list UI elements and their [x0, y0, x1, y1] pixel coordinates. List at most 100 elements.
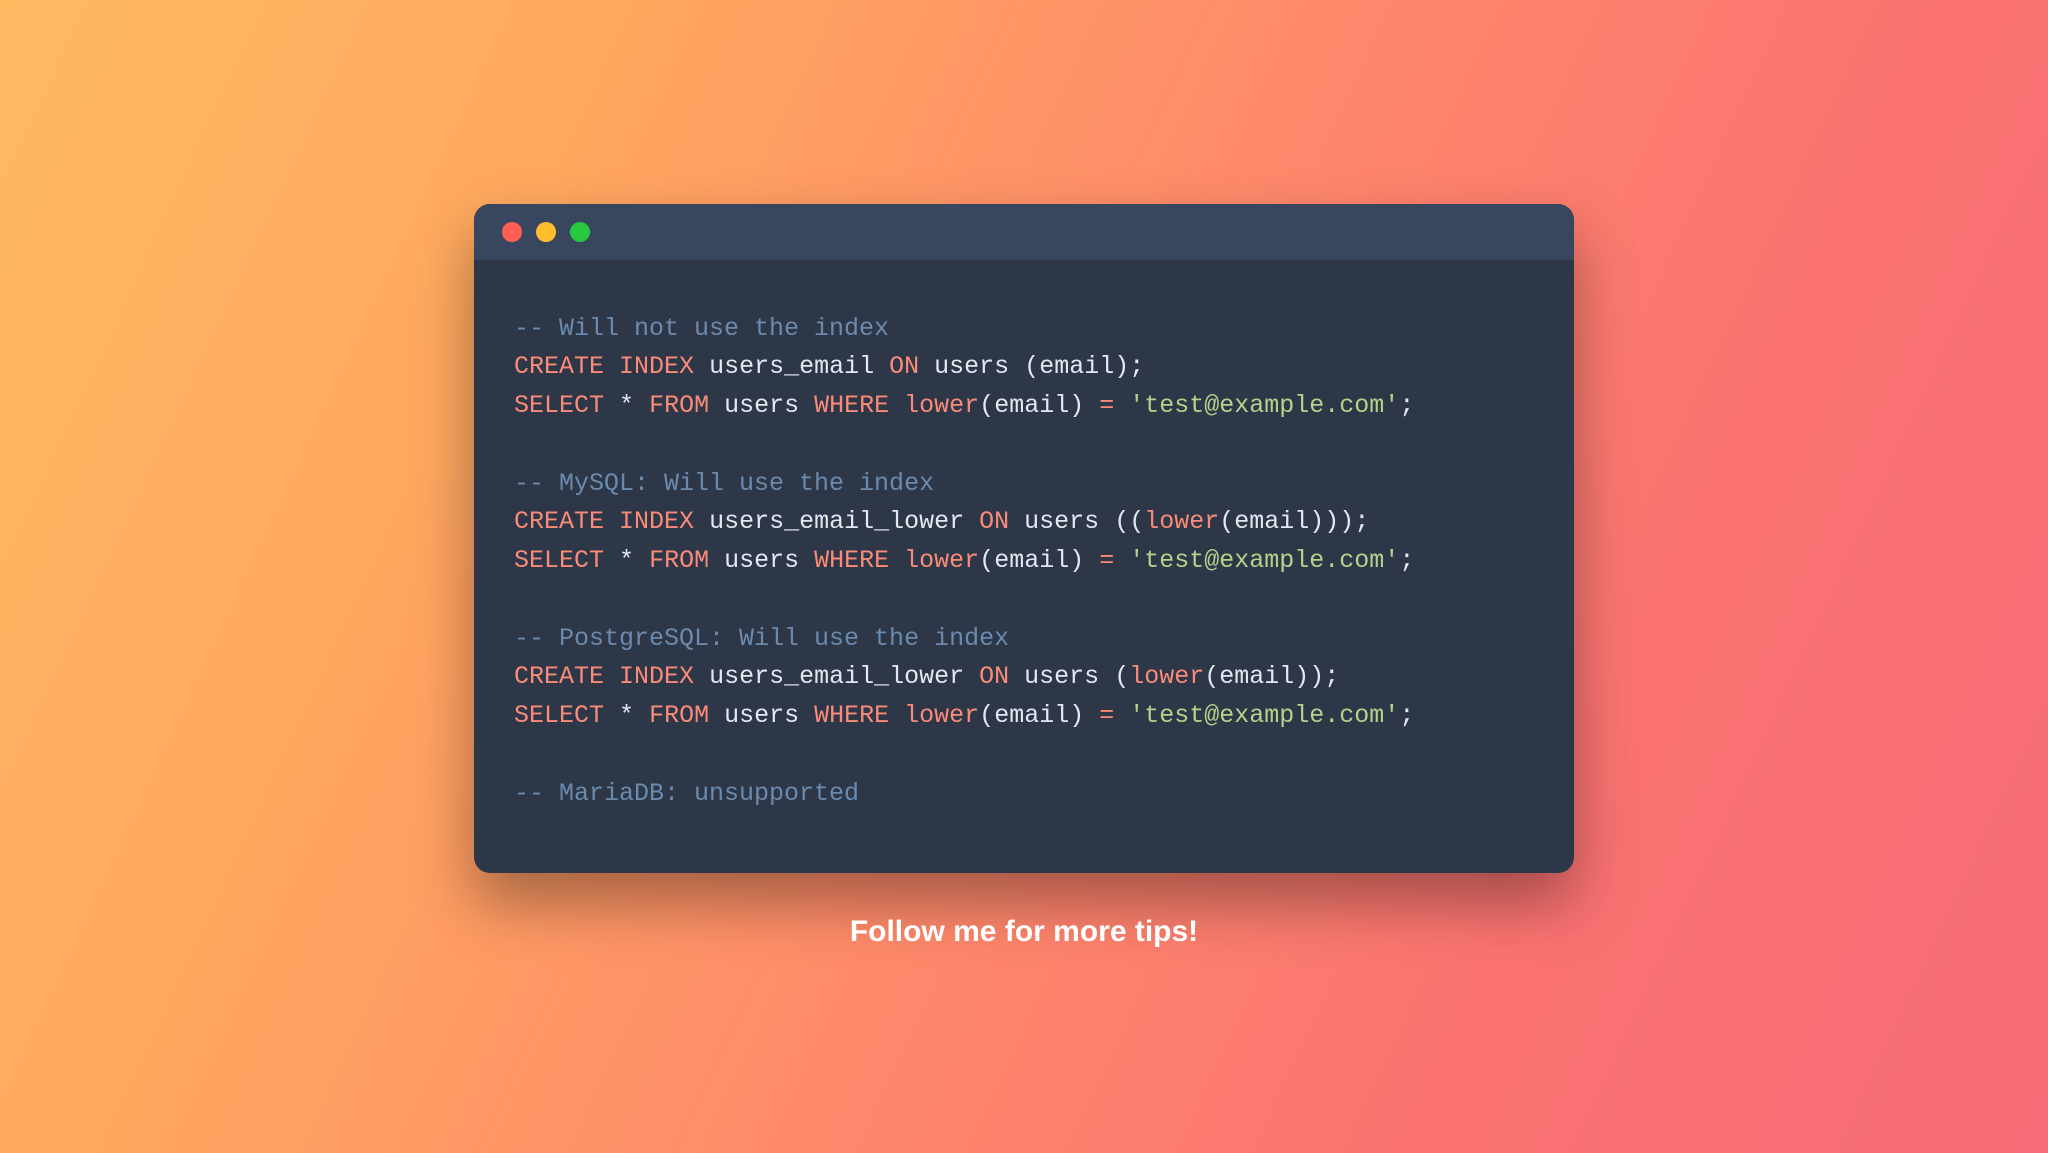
token-space: [889, 391, 904, 420]
token-comment: -- MariaDB: unsupported: [514, 779, 859, 808]
token-space: [604, 662, 619, 691]
token-op: =: [1099, 701, 1114, 730]
token-space: [634, 701, 649, 730]
token-space: [1114, 701, 1129, 730]
token-func: lower: [1144, 507, 1219, 536]
token-ident: email: [1234, 507, 1309, 536]
token-ident: email: [994, 391, 1069, 420]
code-line: [514, 426, 1534, 465]
token-keyword: FROM: [649, 546, 709, 575]
token-func: lower: [904, 391, 979, 420]
token-ident: users: [1024, 662, 1099, 691]
token-ident: users: [724, 391, 799, 420]
token-ident: users: [934, 352, 1009, 381]
token-ident: email: [1039, 352, 1114, 381]
token-space: [1084, 701, 1099, 730]
code-line: -- Will not use the index: [514, 310, 1534, 349]
token-string: 'test@example.com': [1129, 546, 1399, 575]
code-line: SELECT * FROM users WHERE lower(email) =…: [514, 697, 1534, 736]
code-line: SELECT * FROM users WHERE lower(email) =…: [514, 542, 1534, 581]
token-ident: email: [994, 701, 1069, 730]
token-space: [1114, 391, 1129, 420]
token-punct: ): [1324, 507, 1339, 536]
terminal-window: -- Will not use the indexCREATE INDEX us…: [474, 204, 1574, 874]
token-op: =: [1099, 546, 1114, 575]
minimize-icon[interactable]: [536, 222, 556, 242]
token-keyword: SELECT: [514, 546, 604, 575]
token-space: [694, 352, 709, 381]
token-space: [1084, 391, 1099, 420]
token-space: [1099, 507, 1114, 536]
token-punct: ): [1309, 507, 1324, 536]
token-ident: users_email_lower: [709, 662, 964, 691]
token-space: [874, 352, 889, 381]
token-space: [694, 507, 709, 536]
token-ident: email: [1219, 662, 1294, 691]
token-keyword: CREATE: [514, 352, 604, 381]
token-punct: (: [1219, 507, 1234, 536]
token-punct: (: [1129, 507, 1144, 536]
token-keyword: WHERE: [814, 546, 889, 575]
window-titlebar: [474, 204, 1574, 260]
token-punct: (: [979, 546, 994, 575]
close-icon[interactable]: [502, 222, 522, 242]
token-ident: users: [724, 546, 799, 575]
token-star: *: [619, 701, 634, 730]
token-punct: ): [1069, 391, 1084, 420]
token-string: 'test@example.com': [1129, 701, 1399, 730]
token-space: [604, 391, 619, 420]
token-comment: -- MySQL: Will use the index: [514, 469, 934, 498]
token-space: [1099, 662, 1114, 691]
code-line: [514, 736, 1534, 775]
token-comment: -- PostgreSQL: Will use the index: [514, 624, 1009, 653]
token-op: =: [1099, 391, 1114, 420]
token-space: [964, 507, 979, 536]
token-space: [604, 701, 619, 730]
token-punct: ): [1309, 662, 1324, 691]
token-punct: ;: [1399, 391, 1414, 420]
token-keyword: FROM: [649, 701, 709, 730]
token-space: [514, 740, 529, 769]
token-space: [799, 546, 814, 575]
token-punct: ;: [1324, 662, 1339, 691]
token-keyword: FROM: [649, 391, 709, 420]
token-space: [799, 701, 814, 730]
token-ident: users: [1024, 507, 1099, 536]
code-line: [514, 581, 1534, 620]
token-space: [514, 585, 529, 614]
token-punct: (: [1024, 352, 1039, 381]
token-space: [709, 701, 724, 730]
maximize-icon[interactable]: [570, 222, 590, 242]
token-func: lower: [1129, 662, 1204, 691]
token-keyword: INDEX: [619, 352, 694, 381]
token-space: [604, 352, 619, 381]
token-punct: (: [1114, 507, 1129, 536]
token-keyword: SELECT: [514, 391, 604, 420]
token-punct: ): [1294, 662, 1309, 691]
token-keyword: ON: [889, 352, 919, 381]
token-star: *: [619, 546, 634, 575]
token-func: lower: [904, 701, 979, 730]
token-space: [1084, 546, 1099, 575]
token-space: [1009, 507, 1024, 536]
token-space: [604, 546, 619, 575]
token-punct: ): [1114, 352, 1129, 381]
token-ident: users: [724, 701, 799, 730]
token-space: [799, 391, 814, 420]
token-punct: (: [979, 391, 994, 420]
code-line: -- PostgreSQL: Will use the index: [514, 620, 1534, 659]
token-keyword: CREATE: [514, 507, 604, 536]
token-punct: (: [979, 701, 994, 730]
token-space: [889, 701, 904, 730]
token-punct: ;: [1399, 701, 1414, 730]
token-punct: ): [1339, 507, 1354, 536]
token-space: [709, 546, 724, 575]
token-keyword: INDEX: [619, 662, 694, 691]
code-line: CREATE INDEX users_email_lower ON users …: [514, 658, 1534, 697]
token-punct: ): [1069, 701, 1084, 730]
token-space: [709, 391, 724, 420]
token-ident: email: [994, 546, 1069, 575]
code-line: CREATE INDEX users_email ON users (email…: [514, 348, 1534, 387]
token-space: [1114, 546, 1129, 575]
token-keyword: ON: [979, 507, 1009, 536]
